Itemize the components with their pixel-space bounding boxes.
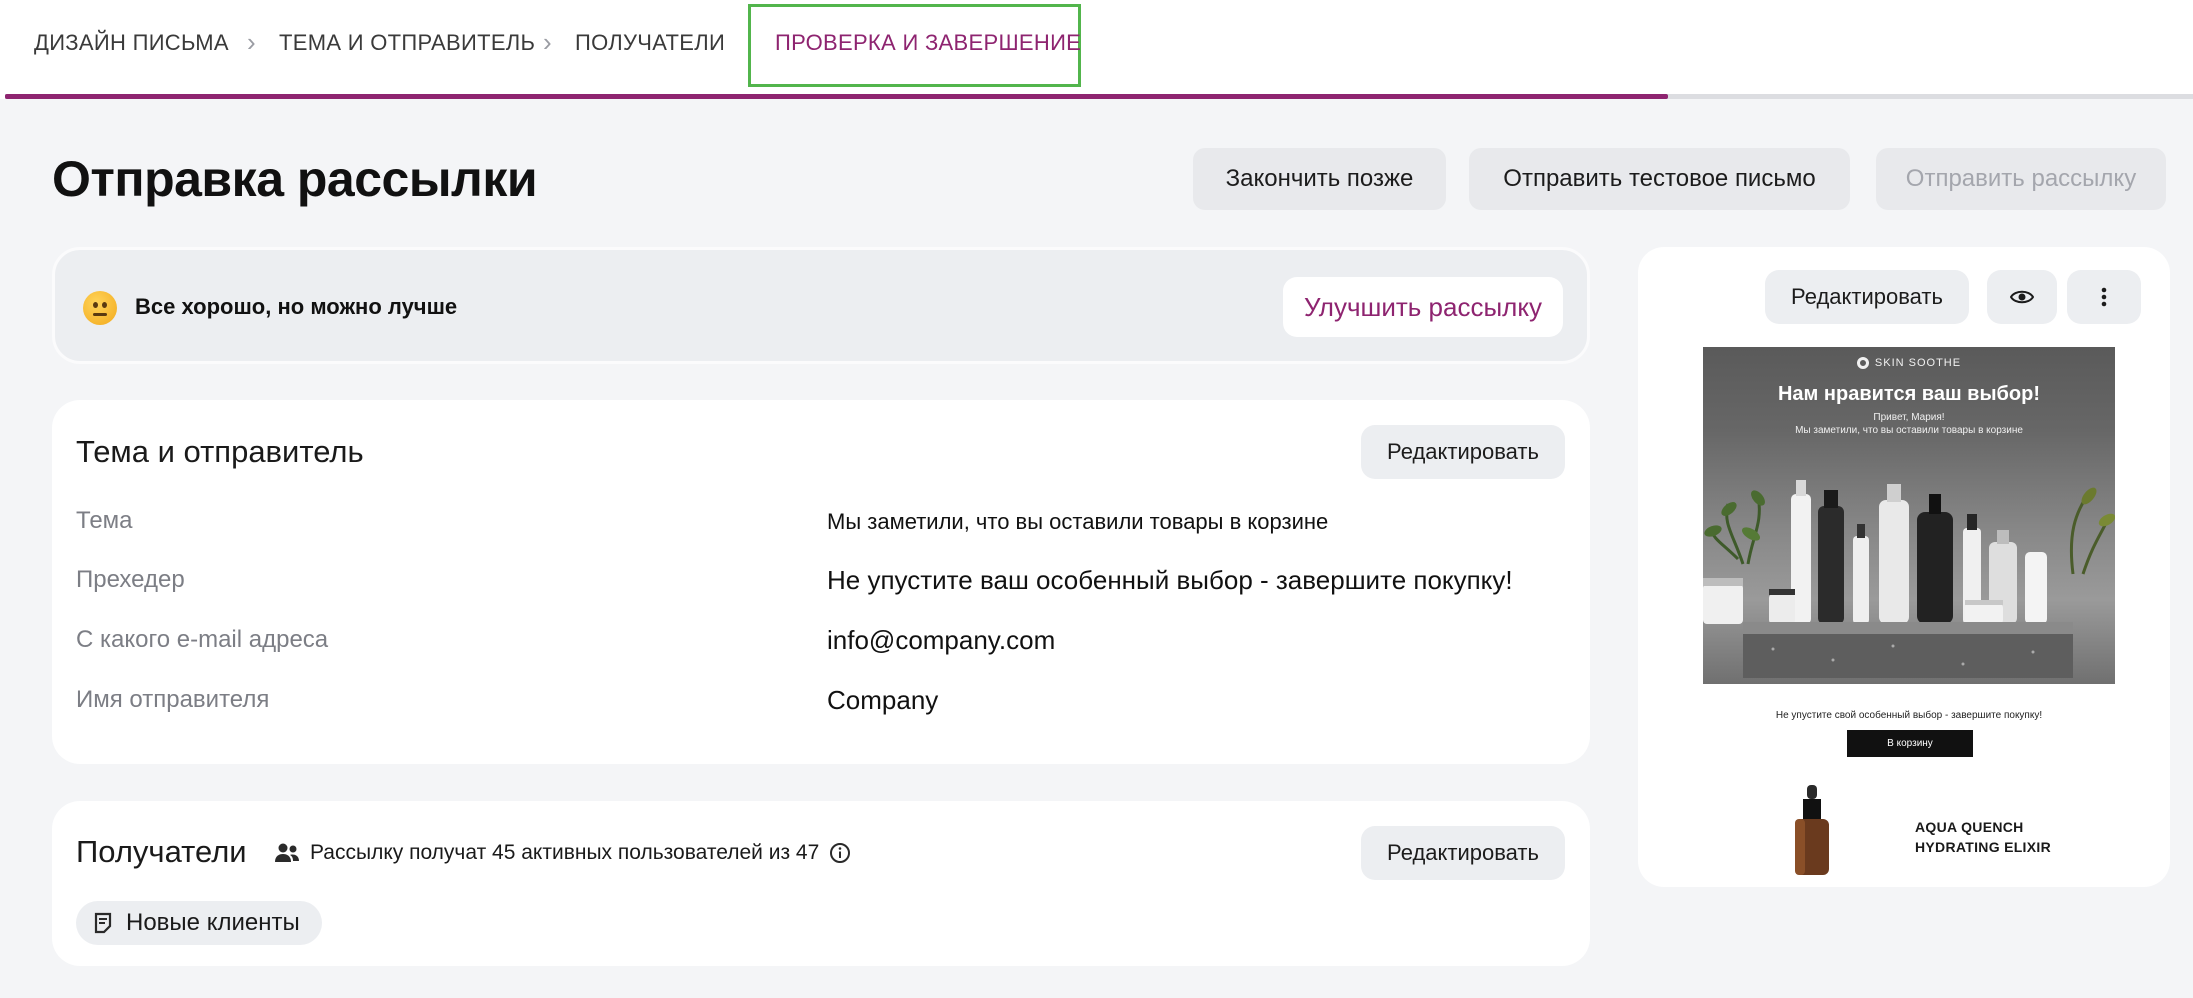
improve-campaign-button[interactable]: Улучшить рассылку xyxy=(1283,277,1563,337)
steps-bar: ДИЗАЙН ПИСЬМА › ТЕМА И ОТПРАВИТЕЛЬ › ПОЛ… xyxy=(0,0,2193,99)
segment-chip[interactable]: Новые клиенты xyxy=(76,901,322,945)
email-hero-image: SKIN SOOTHE Нам нравится ваш выбор! Прив… xyxy=(1703,347,2115,684)
chevron-right-icon: › xyxy=(247,27,256,57)
email-greeting: Привет, Мария! xyxy=(1873,412,1945,423)
preview-view-button[interactable] xyxy=(1987,270,2057,324)
email-heading: Нам нравится ваш выбор! xyxy=(1777,383,2040,405)
sender-email-label: С какого e-mail адреса xyxy=(76,626,329,653)
recipients-info-text: Рассылку получат 45 активных пользовател… xyxy=(310,841,820,864)
recipients-summary: Рассылку получат 45 активных пользовател… xyxy=(274,841,851,865)
more-vertical-icon xyxy=(2101,287,2107,307)
recipients-title: Получатели xyxy=(76,834,247,869)
sender-name-value: Company xyxy=(827,685,939,715)
edit-design-button[interactable]: Редактировать xyxy=(1765,270,1969,324)
email-cart-button: В корзину xyxy=(1847,730,1973,757)
subject-sender-title: Тема и отправитель xyxy=(76,434,364,469)
progress-fill xyxy=(5,94,1668,99)
subject-label: Тема xyxy=(76,507,133,534)
products-photo xyxy=(1703,480,2115,678)
edit-recipients-button[interactable]: Редактировать xyxy=(1361,826,1565,880)
brand-logo-icon xyxy=(1856,357,1869,369)
step-recipients[interactable]: ПОЛУЧАТЕЛИ xyxy=(575,30,725,56)
preheader-value: Не упустите ваш особенный выбор - заверш… xyxy=(827,565,1513,595)
email-preheader: Не упустите свой особенный выбор - завер… xyxy=(1775,710,2043,721)
sender-name-label: Имя отправителя xyxy=(76,686,270,713)
product-name: AQUA QUENCH HYDRATING ELIXIR xyxy=(1915,819,2051,855)
email-brand: SKIN SOOTHE xyxy=(1703,357,2115,369)
info-icon[interactable] xyxy=(829,842,851,864)
email-thumbnail: SKIN SOOTHE Нам нравится ваш выбор! Прив… xyxy=(1703,347,2115,887)
subject-sender-card: Тема и отправитель Редактировать Тема Мы… xyxy=(52,400,1590,764)
list-icon xyxy=(94,912,112,934)
preheader-label: Прехедер xyxy=(76,566,185,593)
email-preview-panel: Редактировать SKIN SOOTHE Нам нравится в… xyxy=(1638,247,2170,887)
send-campaign-button[interactable]: Отправить рассылку xyxy=(1876,148,2166,210)
subject-value: Мы заметили, что вы оставили товары в ко… xyxy=(827,509,1329,534)
neutral-face-emoji-icon xyxy=(83,291,117,325)
step-subject-sender[interactable]: ТЕМА И ОТПРАВИТЕЛЬ xyxy=(279,30,535,56)
step-review-finish[interactable]: ПРОВЕРКА И ЗАВЕРШЕНИЕ xyxy=(775,30,1081,56)
edit-subject-button[interactable]: Редактировать xyxy=(1361,425,1565,479)
quality-message: Все хорошо, но можно лучше xyxy=(135,294,458,319)
sender-email-value: info@company.com xyxy=(827,625,1056,655)
progress-track xyxy=(5,94,2193,99)
dropper-bottle-image xyxy=(1795,785,1829,875)
page-title: Отправка рассылки xyxy=(52,151,538,207)
quality-banner: Все хорошо, но можно лучше Улучшить расс… xyxy=(52,247,1590,364)
eye-icon xyxy=(2010,290,2034,304)
send-test-email-button[interactable]: Отправить тестовое письмо xyxy=(1469,148,1850,210)
finish-later-button[interactable]: Закончить позже xyxy=(1193,148,1446,210)
recipients-card: Получатели Рассылку получат 45 активных … xyxy=(52,801,1590,966)
chevron-right-icon: › xyxy=(543,27,552,57)
people-icon xyxy=(275,843,299,862)
more-options-button[interactable] xyxy=(2067,270,2141,324)
segment-name: Новые клиенты xyxy=(126,909,300,936)
step-design[interactable]: ДИЗАЙН ПИСЬМА xyxy=(34,30,229,56)
